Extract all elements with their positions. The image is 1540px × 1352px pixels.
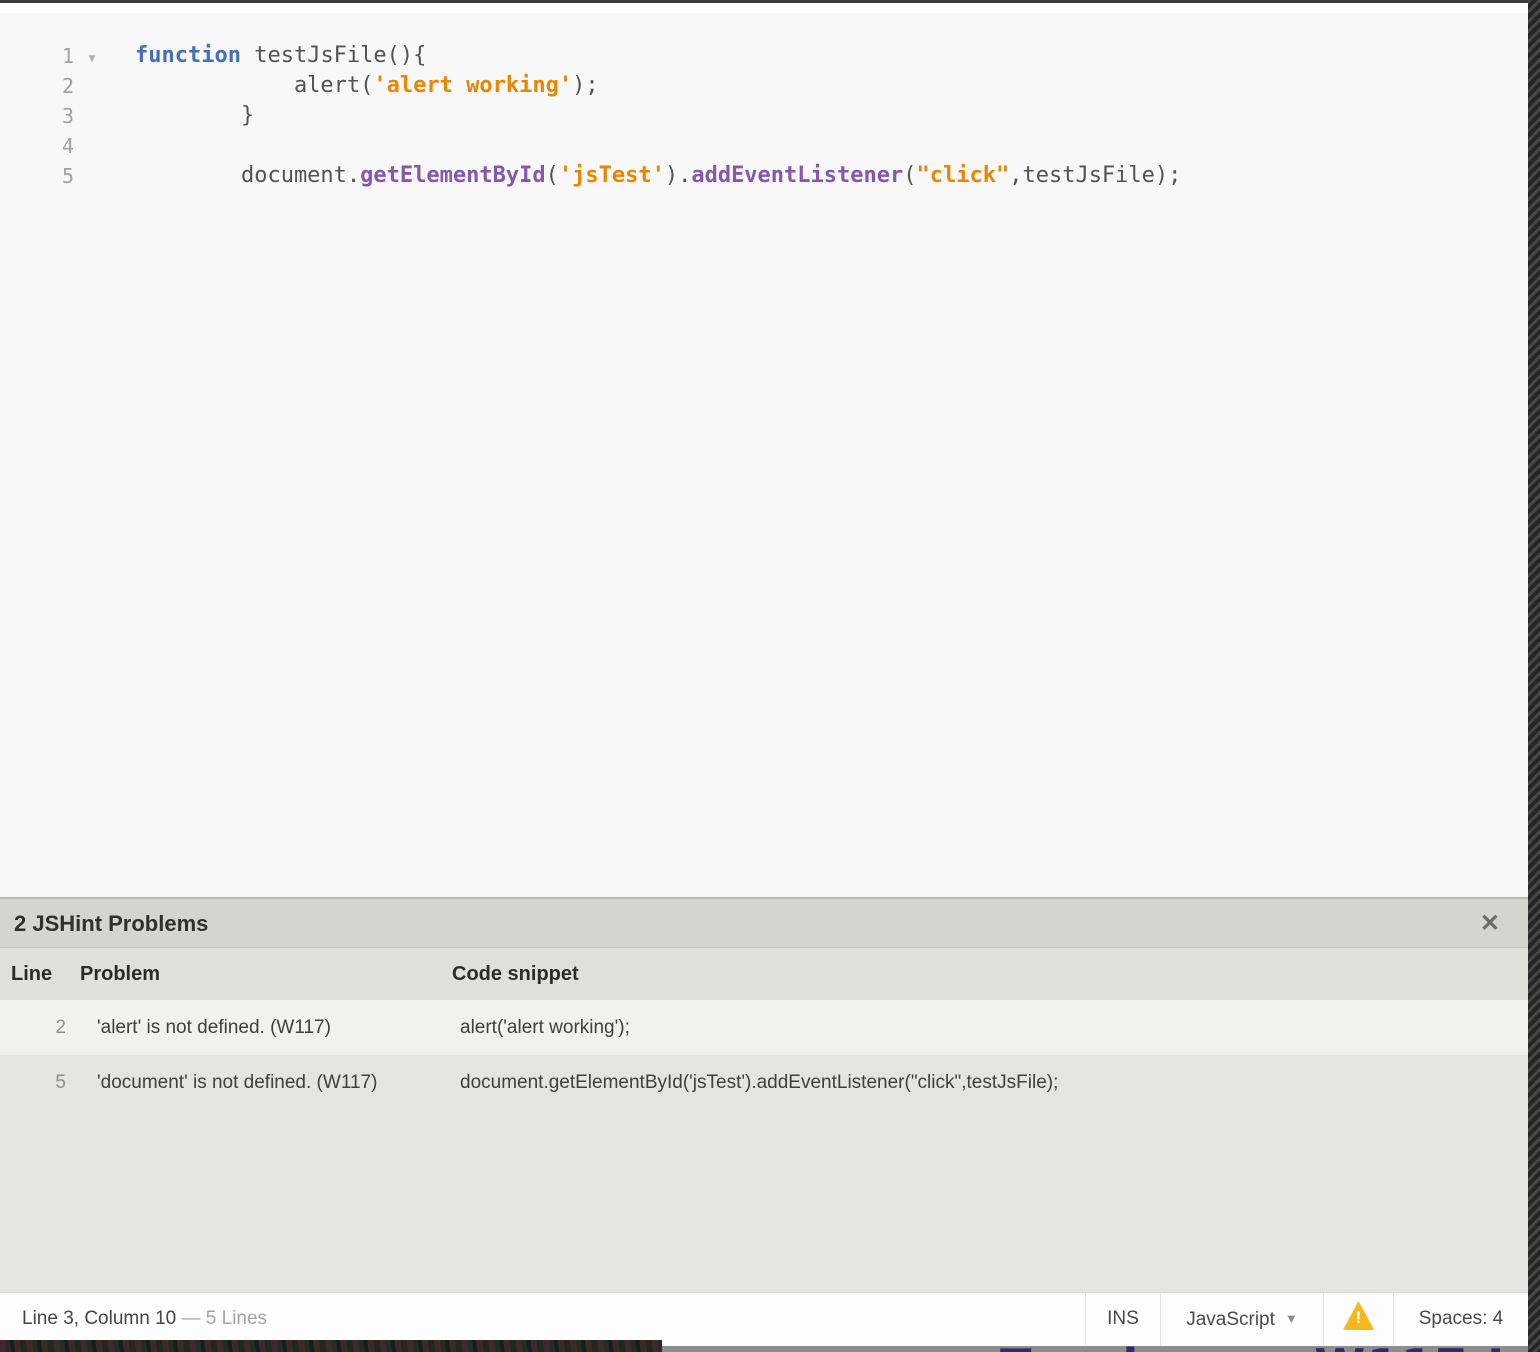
problems-table-header: Line Problem Code snippet (0, 948, 1528, 1000)
token-kw: function (135, 43, 241, 68)
code-text: alert('alert working'); (110, 71, 599, 101)
token-str: 'alert working' (373, 73, 573, 98)
code-line[interactable]: 1 ▼ function testJsFile(){ (0, 41, 1528, 71)
overwrite-mode-toggle[interactable]: INS (1085, 1293, 1160, 1345)
overwrite-mode-label: INS (1107, 1308, 1139, 1329)
problem-line-number: 5 (55, 1072, 66, 1093)
token-plain: ( (545, 163, 559, 188)
warning-icon: ! (1342, 1301, 1376, 1330)
problems-table-body: 2 'alert' is not defined. (W117) alert('al… (0, 1000, 1528, 1110)
code-line[interactable]: 4 (0, 131, 1528, 161)
fold-arrow-icon[interactable]: ▼ (88, 43, 95, 73)
token-plain: ( (903, 163, 917, 188)
token-plain: document. (135, 163, 361, 188)
window-top-border (0, 0, 1540, 3)
code-line[interactable]: 2 alert('alert working'); (0, 71, 1528, 101)
jshint-problems-panel: 2 JSHint Problems ✕ Line Problem Code sn… (0, 897, 1528, 1292)
code-editor[interactable]: 1 ▼ function testJsFile(){2 alert('alert w… (0, 13, 1528, 897)
desktop-wallpaper-strip (0, 1340, 662, 1352)
fold-gutter (74, 101, 110, 131)
line-number: 3 (61, 104, 74, 128)
line-number: 5 (61, 164, 74, 188)
indent-settings[interactable]: Spaces: 4 (1393, 1293, 1528, 1345)
code-line[interactable]: 3 } (0, 101, 1528, 131)
problem-description: 'document' is not defined. (W117) (97, 1072, 378, 1093)
indent-label: Spaces: (1418, 1308, 1488, 1329)
line-number: 1 (61, 44, 74, 68)
screen-edge-hatch (1528, 0, 1540, 1352)
fold-gutter (74, 71, 110, 101)
status-separator: — (181, 1308, 201, 1329)
problem-description: 'alert' is not defined. (W117) (97, 1017, 331, 1038)
token-plain: ). (664, 163, 692, 188)
problem-line-number: 2 (55, 1017, 66, 1038)
code-area[interactable]: 1 ▼ function testJsFile(){2 alert('alert w… (0, 13, 1528, 191)
problems-panel-title: 2 JSHint Problems (14, 911, 209, 936)
problem-row[interactable]: 2 'alert' is not defined. (W117) alert('al… (0, 1000, 1528, 1055)
token-plain: } (135, 103, 255, 128)
language-label: JavaScript (1186, 1309, 1275, 1330)
token-plain: ); (572, 73, 599, 98)
code-text: } (110, 101, 254, 131)
problem-code-snippet: alert('alert working'); (460, 1017, 630, 1038)
token-fn: getElementById (360, 163, 546, 188)
fold-gutter (74, 131, 110, 161)
line-count: 5 Lines (205, 1308, 268, 1329)
line-number: 4 (61, 134, 74, 158)
line-number: 2 (61, 74, 74, 98)
code-line[interactable]: 5 document.getElementById('jsTest').addE… (0, 161, 1528, 191)
close-icon[interactable]: ✕ (1480, 899, 1500, 948)
language-selector[interactable]: JavaScript ▼ (1160, 1293, 1323, 1345)
problems-panel-toolbar: 2 JSHint Problems ✕ (0, 899, 1528, 948)
chevron-down-icon: ▼ (1284, 1311, 1298, 1326)
problem-row[interactable]: 5 'document' is not defined. (W117) docume… (0, 1055, 1528, 1110)
warning-exclamation: ! (1355, 1308, 1362, 1327)
token-str: "click" (916, 163, 1010, 188)
token-fn: addEventListener (691, 163, 904, 188)
background-window-strip: Turning on W117 LABS now (662, 1346, 1528, 1352)
code-text: document.getElementById('jsTest').addEve… (110, 161, 1181, 191)
brackets-editor-window: 1 ▼ function testJsFile(){2 alert('alert w… (0, 0, 1540, 1352)
column-header-line: Line (11, 963, 53, 985)
problem-code-snippet: document.getElementById('jsTest').addEve… (460, 1072, 1059, 1093)
indent-value: 4 (1492, 1308, 1504, 1329)
token-plain: alert( (135, 73, 374, 98)
fold-gutter: ▼ (74, 41, 110, 71)
token-plain: ,testJsFile); (1009, 163, 1182, 188)
cursor-status: Line 3, Column 10 — 5 Lines (22, 1293, 267, 1345)
background-window-clipped-text: Turning on W117 LABS now (1000, 1346, 1528, 1352)
column-header-problem: Problem (80, 963, 161, 985)
token-plain: testJsFile(){ (240, 43, 427, 68)
column-header-snippet: Code snippet (452, 963, 579, 985)
cursor-position: Line 3, Column 10 (22, 1308, 177, 1329)
token-str: 'jsTest' (558, 163, 665, 188)
lint-status-indicator[interactable]: ! (1323, 1293, 1393, 1345)
fold-gutter (74, 161, 110, 191)
code-text: function testJsFile(){ (110, 41, 426, 71)
